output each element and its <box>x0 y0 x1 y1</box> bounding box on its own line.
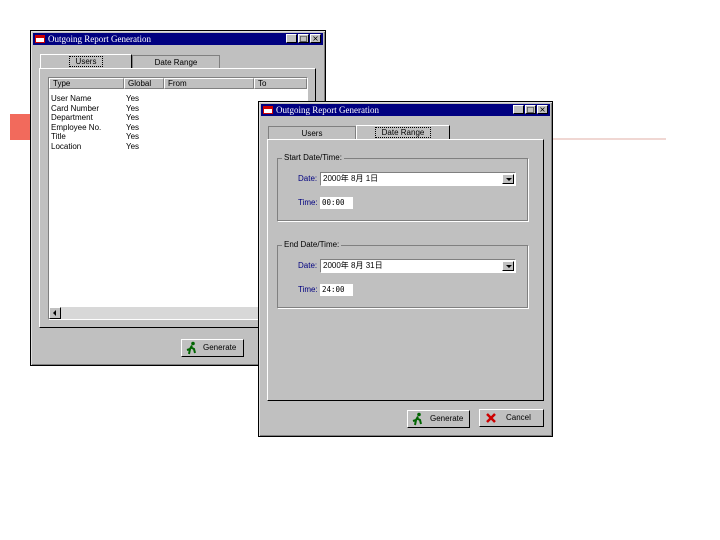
time-label: Time: <box>298 198 318 207</box>
table-row[interactable]: User Name Yes <box>51 94 171 104</box>
front-titlebar[interactable]: Outgoing Report Generation _ □ × <box>261 104 550 116</box>
tab-users[interactable]: Users <box>40 54 132 68</box>
app-icon <box>35 35 45 43</box>
maximize-button[interactable]: □ <box>298 34 309 43</box>
cancel-button[interactable]: Cancel <box>479 409 544 427</box>
scroll-left-arrow-icon <box>53 310 56 316</box>
back-titlebar[interactable]: Outgoing Report Generation _ □ × <box>33 33 323 45</box>
date-value: 2000年 8月 1日 <box>323 174 379 183</box>
generate-button[interactable]: Generate <box>181 339 244 357</box>
red-x-icon <box>486 413 496 423</box>
end-time-input[interactable]: 24:00 <box>320 284 353 296</box>
start-time-input[interactable]: 00:00 <box>320 197 353 209</box>
table-row[interactable]: Employee No. Yes <box>51 123 171 133</box>
scroll-left-button[interactable] <box>49 307 61 319</box>
minimize-button[interactable]: _ <box>286 34 297 43</box>
window-title: Outgoing Report Generation <box>276 105 379 115</box>
app-icon <box>263 106 273 114</box>
close-button[interactable]: × <box>310 34 321 43</box>
column-header-to[interactable]: To <box>254 78 307 89</box>
start-datetime-group: Start Date/Time: Date: 2000年 8月 1日 Time:… <box>277 153 528 221</box>
column-header-global[interactable]: Global <box>124 78 164 89</box>
running-man-icon <box>186 341 196 355</box>
date-label: Date: <box>298 261 318 270</box>
table-row[interactable]: Title Yes <box>51 132 171 142</box>
front-window: Outgoing Report Generation _ □ × Users D… <box>258 101 553 437</box>
group-title: End Date/Time: <box>282 240 342 250</box>
time-label: Time: <box>298 285 318 294</box>
tab-date-range[interactable]: Date Range <box>356 125 450 139</box>
window-title: Outgoing Report Generation <box>48 34 151 44</box>
chevron-down-icon[interactable] <box>502 174 514 184</box>
end-datetime-group: End Date/Time: Date: 2000年 8月 31日 Time: … <box>277 240 528 308</box>
group-title: Start Date/Time: <box>282 153 344 163</box>
tab-users[interactable]: Users <box>268 126 356 139</box>
running-man-icon <box>412 412 422 426</box>
column-header-type[interactable]: Type <box>49 78 124 89</box>
table-row[interactable]: Card Number Yes <box>51 104 171 114</box>
column-header-from[interactable]: From <box>164 78 254 89</box>
end-date-dropdown[interactable]: 2000年 8月 31日 <box>320 259 516 273</box>
maximize-button[interactable]: □ <box>525 105 536 114</box>
table-row[interactable]: Department Yes <box>51 113 171 123</box>
chevron-down-icon[interactable] <box>502 261 514 271</box>
date-label: Date: <box>298 174 318 183</box>
generate-button[interactable]: Generate <box>407 410 470 428</box>
tab-date-range[interactable]: Date Range <box>132 55 220 68</box>
close-button[interactable]: × <box>537 105 548 114</box>
start-date-dropdown[interactable]: 2000年 8月 1日 <box>320 172 516 186</box>
horizontal-scrollbar[interactable] <box>49 307 259 319</box>
minimize-button[interactable]: _ <box>513 105 524 114</box>
decorative-red-bar <box>10 114 32 140</box>
date-value: 2000年 8月 31日 <box>323 261 383 270</box>
table-row[interactable]: Location Yes <box>51 142 171 152</box>
